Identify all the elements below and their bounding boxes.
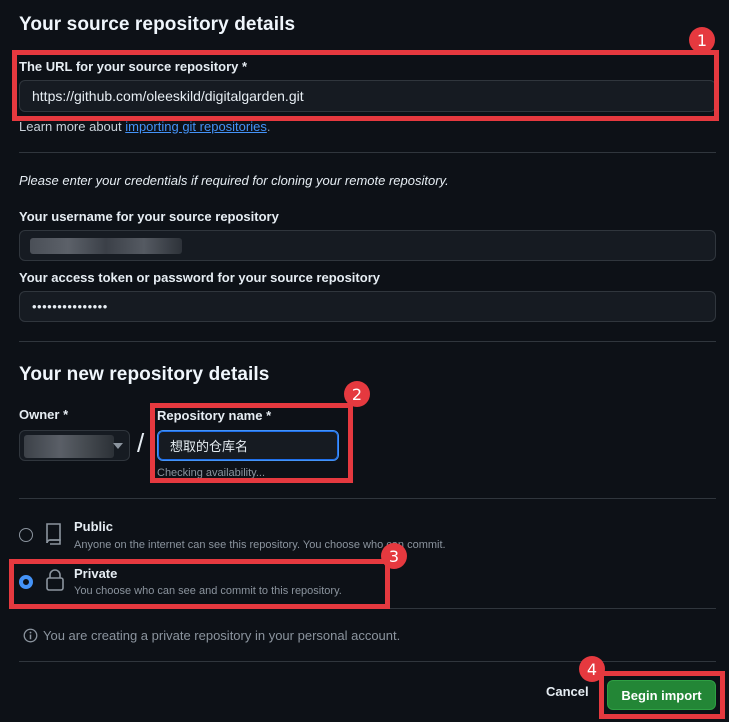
redacted-owner [24, 435, 114, 458]
repo-name-input[interactable]: 想取的仓库名 [157, 430, 339, 461]
token-value: ••••••••••••••• [32, 299, 108, 314]
token-input[interactable]: ••••••••••••••• [19, 291, 716, 322]
credentials-note: Please enter your credentials if require… [19, 173, 449, 188]
repo-name-label: Repository name * [157, 408, 272, 423]
annotation-badge-1: 1 [689, 27, 715, 53]
token-label: Your access token or password for your s… [19, 270, 380, 285]
cancel-button[interactable]: Cancel [546, 684, 589, 699]
private-option-title: Private [74, 566, 118, 581]
annotation-box-private [9, 559, 390, 609]
divider [19, 498, 716, 499]
annotation-badge-2: 2 [344, 381, 370, 407]
availability-status: Checking availability... [157, 467, 266, 479]
lock-icon [46, 569, 64, 591]
private-radio[interactable] [19, 575, 33, 589]
owner-label: Owner * [19, 407, 69, 422]
source-url-value: https://github.com/oleeskild/digitalgard… [32, 88, 304, 104]
divider [19, 608, 716, 609]
learn-more-text: Learn more about importing git repositor… [19, 119, 271, 134]
visibility-info: You are creating a private repository in… [23, 628, 400, 643]
annotation-badge-4: 4 [579, 656, 605, 682]
info-icon [23, 628, 38, 643]
repo-name-value: 想取的仓库名 [170, 440, 249, 455]
divider [19, 661, 716, 662]
begin-import-button[interactable]: Begin import [607, 680, 716, 710]
repo-icon [46, 523, 61, 545]
username-label: Your username for your source repository [19, 209, 279, 224]
public-option-title: Public [74, 519, 114, 534]
visibility-info-text: You are creating a private repository in… [43, 628, 401, 643]
importing-git-repositories-link[interactable]: importing git repositories [125, 119, 267, 134]
source-section-heading: Your source repository details [19, 14, 296, 35]
private-option-desc: You choose who can see and commit to thi… [74, 585, 342, 597]
owner-name-separator: / [137, 428, 145, 458]
username-input[interactable] [19, 230, 716, 261]
annotation-badge-3: 3 [381, 543, 407, 569]
divider [19, 152, 716, 153]
public-radio[interactable] [19, 528, 33, 542]
source-url-input[interactable]: https://github.com/oleeskild/digitalgard… [19, 80, 716, 112]
new-repo-section-heading: Your new repository details [19, 364, 270, 385]
divider [19, 341, 716, 342]
redacted-username [30, 238, 182, 254]
url-label: The URL for your source repository * [19, 59, 248, 74]
owner-select[interactable] [19, 430, 130, 461]
triangle-down-icon [113, 443, 123, 449]
